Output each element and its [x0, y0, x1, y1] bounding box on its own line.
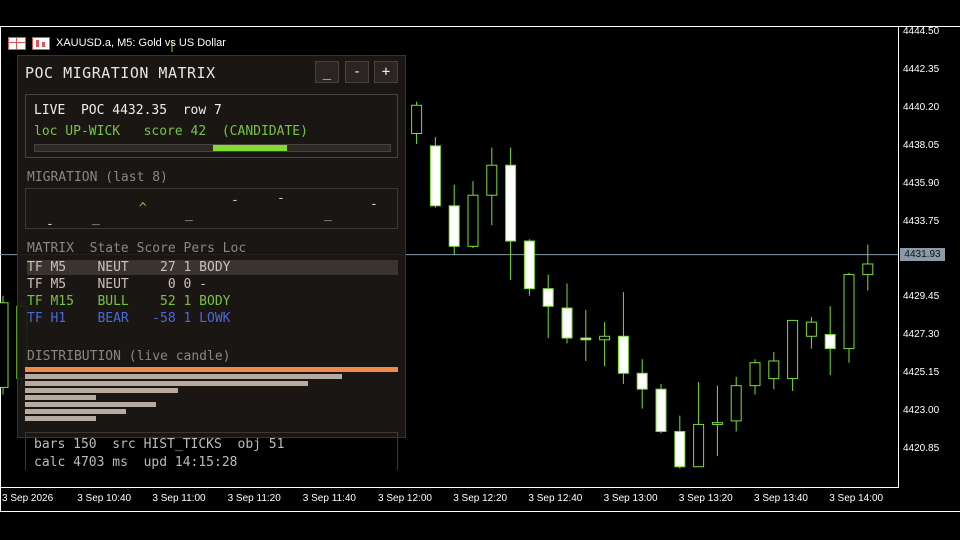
x-axis-line [0, 487, 899, 488]
distribution-bar [25, 395, 96, 400]
chart-icon[interactable] [32, 36, 50, 50]
y-tick-label: 4425.15 [903, 367, 940, 379]
live-box: LIVE POC 4432.35 row 7 loc UP-WICK score… [25, 94, 398, 158]
distribution-bar [25, 402, 156, 407]
score-bar-fill [212, 145, 288, 151]
y-tick-label: 4435.90 [903, 177, 940, 189]
x-tick-label: 3 Sep 11:00 [152, 493, 206, 504]
x-tick-label: 3 Sep 12:00 [378, 493, 432, 504]
poc-migration-panel[interactable]: POC MIGRATION MATRIX _ - + LIVE POC 4432… [17, 55, 406, 470]
candle-body [561, 307, 573, 339]
x-tick-label: 3 Sep 12:40 [528, 493, 583, 504]
candle-body [448, 205, 460, 247]
y-tick-label: 4427.30 [903, 329, 940, 341]
y-axis-line [898, 26, 899, 488]
migration-mark: - [277, 191, 285, 206]
y-tick-label: 4433.75 [903, 215, 940, 227]
y-tick-label: 4438.05 [903, 139, 940, 151]
candle-body [730, 385, 742, 422]
x-tick-label: 3 Sep 10:40 [77, 493, 132, 504]
y-tick-label: 4429.45 [903, 291, 940, 303]
candle-body [674, 430, 686, 468]
x-tick-label: 3 Sep 11:40 [302, 493, 356, 504]
candle-body [0, 302, 9, 388]
migration-mark: - [370, 197, 378, 212]
candle-body [655, 388, 667, 432]
x-tick-label: 3 Sep 13:00 [603, 493, 658, 504]
x-tick-label: 3 Sep 12:20 [453, 493, 508, 504]
status-footer: bars 150 src HIST_TICKS obj 51 calc 4703… [25, 432, 398, 470]
matrix-row[interactable]: TF M15 BULL 52 1 BODY [27, 294, 398, 309]
distribution-title: DISTRIBUTION (live candle) [27, 349, 231, 364]
candle-body [693, 423, 705, 468]
candle-body [768, 360, 780, 380]
distribution-bar [25, 367, 398, 372]
y-tick-label: 4444.50 [903, 26, 940, 37]
candle-body [843, 274, 855, 350]
candle-body [580, 337, 592, 341]
candle-body [749, 362, 761, 387]
migration-box: - _ ^ _ - - _ - [25, 188, 398, 232]
candle-body [429, 145, 441, 207]
minimize-button[interactable]: _ [315, 61, 339, 83]
matrix-header: MATRIX State Score Pers Loc [27, 241, 247, 256]
y-tick-label: 4420.85 [903, 443, 940, 454]
decrease-button[interactable]: - [345, 61, 369, 83]
current-price-tag: 4431.93 [900, 248, 945, 261]
matrix-row[interactable]: TF M5 NEUT 0 0 - [27, 277, 398, 292]
distribution-bar [25, 416, 96, 421]
footer-stats: bars 150 src HIST_TICKS obj 51 [34, 437, 285, 452]
candle-body [411, 104, 423, 135]
x-tick-label: 3 Sep 13:20 [678, 493, 733, 504]
candle-body [523, 240, 535, 290]
x-tick-label: 3 Sep 2026 [2, 493, 54, 504]
live-poc-line: LIVE POC 4432.35 row 7 [34, 103, 222, 118]
y-tick-label: 4442.35 [903, 63, 940, 75]
candle-body [486, 164, 498, 196]
increase-button[interactable]: + [374, 61, 398, 83]
grid-icon[interactable] [8, 36, 26, 50]
candle-body [824, 334, 836, 350]
y-tick-label: 4423.00 [903, 405, 940, 417]
migration-mark: _ [185, 207, 193, 222]
migration-mark: - [231, 193, 239, 208]
score-bar [34, 144, 391, 152]
footer-timing: calc 4703 ms upd 14:15:28 [34, 455, 238, 470]
x-tick-label: 3 Sep 11:20 [227, 493, 281, 504]
x-tick-label: 3 Sep 13:40 [754, 493, 808, 504]
candle-body [467, 194, 479, 247]
candle-body [505, 164, 517, 242]
migration-mark: _ [92, 211, 100, 226]
panel-title: POC MIGRATION MATRIX [25, 64, 216, 82]
distribution-bar [25, 409, 126, 414]
candle-body [862, 263, 874, 276]
candle-body [599, 335, 611, 341]
chart-header: XAUUSD.a, M5: Gold vs US Dollar [8, 36, 226, 50]
candle-body [787, 319, 799, 380]
migration-mark: ^ [139, 201, 147, 216]
migration-mark: - [46, 217, 54, 232]
candle-body [617, 335, 629, 374]
candle-body [636, 372, 648, 390]
distribution-bar [25, 381, 309, 386]
migration-title: MIGRATION (last 8) [27, 170, 168, 185]
distribution-bar [25, 374, 343, 379]
matrix-row[interactable]: TF M5 NEUT 27 1 BODY [27, 260, 398, 275]
candle-body [542, 288, 554, 307]
matrix-row[interactable]: TF H1 BEAR -58 1 LOWK [27, 311, 398, 326]
live-location-line: loc UP-WICK score 42 (CANDIDATE) [34, 124, 308, 139]
distribution-bar [25, 388, 178, 393]
symbol-title: XAUUSD.a, M5: Gold vs US Dollar [56, 37, 226, 49]
candle-body [711, 422, 723, 425]
migration-mark: _ [324, 207, 332, 222]
candle-body [805, 321, 817, 337]
x-tick-label: 3 Sep 14:00 [829, 493, 884, 504]
y-tick-label: 4440.20 [903, 101, 940, 113]
